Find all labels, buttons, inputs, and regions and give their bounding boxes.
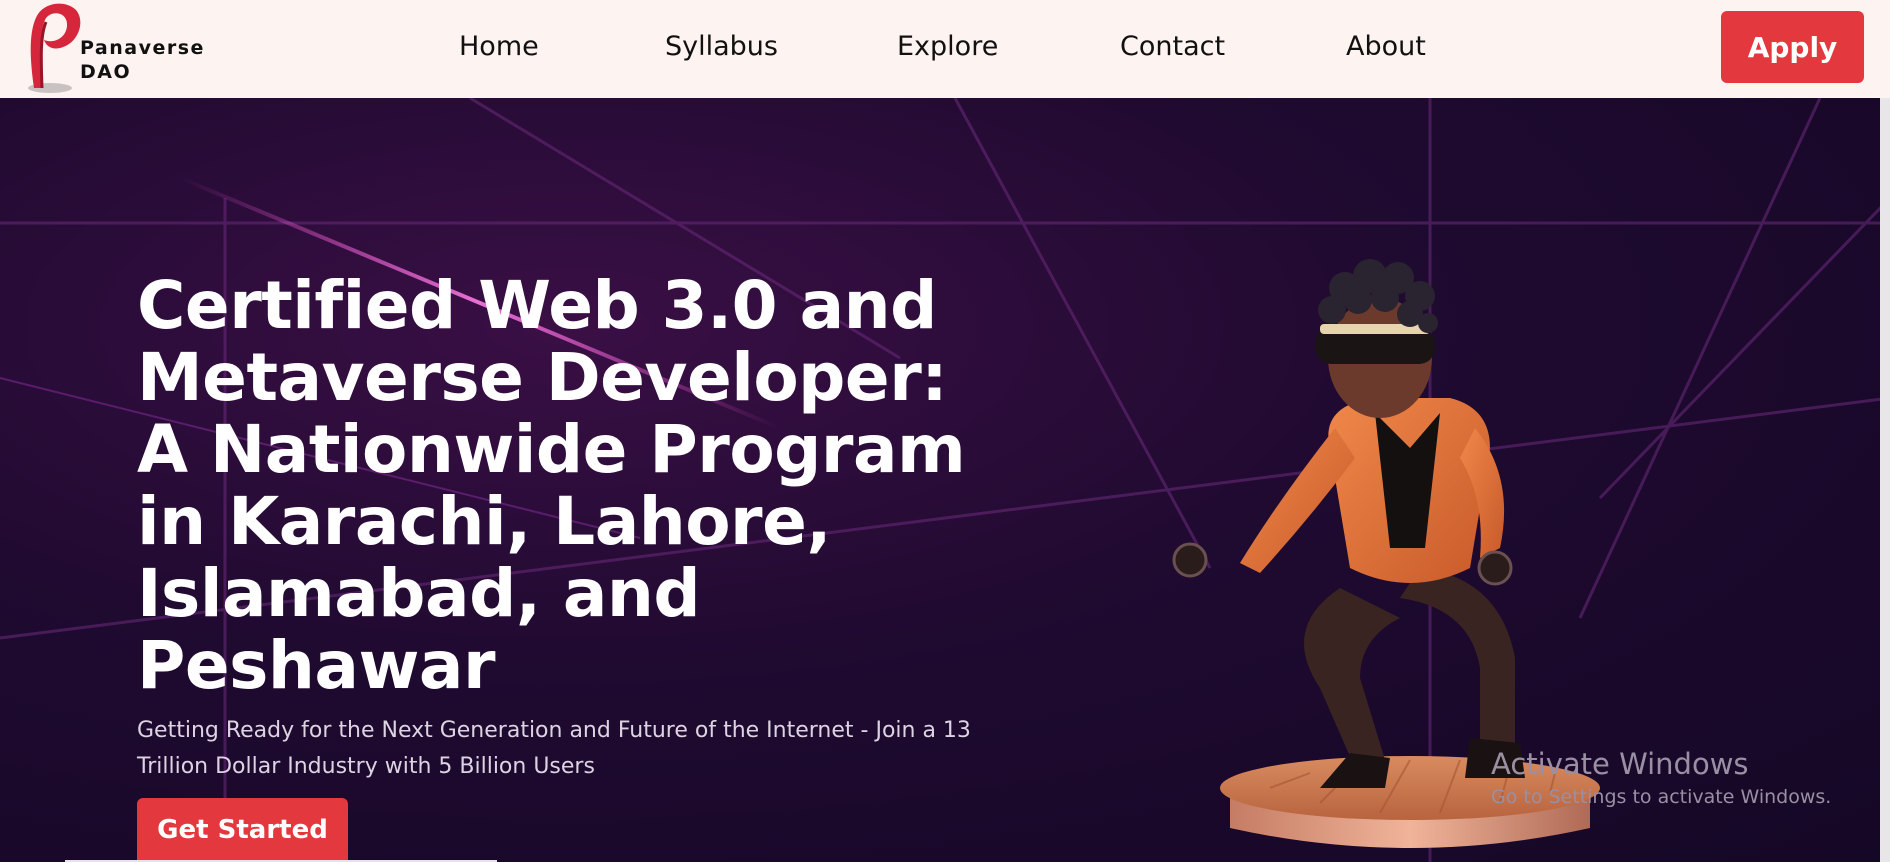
nav-home[interactable]: Home — [459, 31, 539, 62]
hero-subtitle: Getting Ready for the Next Generation an… — [137, 718, 971, 779]
nav-syllabus[interactable]: Syllabus — [665, 31, 778, 62]
windows-activation-watermark: Activate Windows Go to Settings to activ… — [1491, 746, 1831, 812]
main-nav: Home Syllabus Explore Contact About — [0, 0, 1890, 98]
hero-title: Certified Web 3.0 and Metaverse Develope… — [137, 267, 966, 704]
hero-section: Certified Web 3.0 and Metaverse Develope… — [0, 98, 1890, 862]
apply-button[interactable]: Apply — [1721, 11, 1864, 83]
nav-about[interactable]: About — [1346, 31, 1426, 62]
get-started-button[interactable]: Get Started — [137, 798, 348, 862]
watermark-subtitle: Go to Settings to activate Windows. — [1491, 786, 1832, 808]
nav-explore[interactable]: Explore — [897, 31, 998, 62]
nav-contact[interactable]: Contact — [1120, 31, 1225, 62]
watermark-title: Activate Windows — [1491, 747, 1749, 781]
top-navbar: Panaverse DAO Home Syllabus Explore Cont… — [0, 0, 1890, 98]
page-scrollbar[interactable] — [1880, 98, 1890, 862]
